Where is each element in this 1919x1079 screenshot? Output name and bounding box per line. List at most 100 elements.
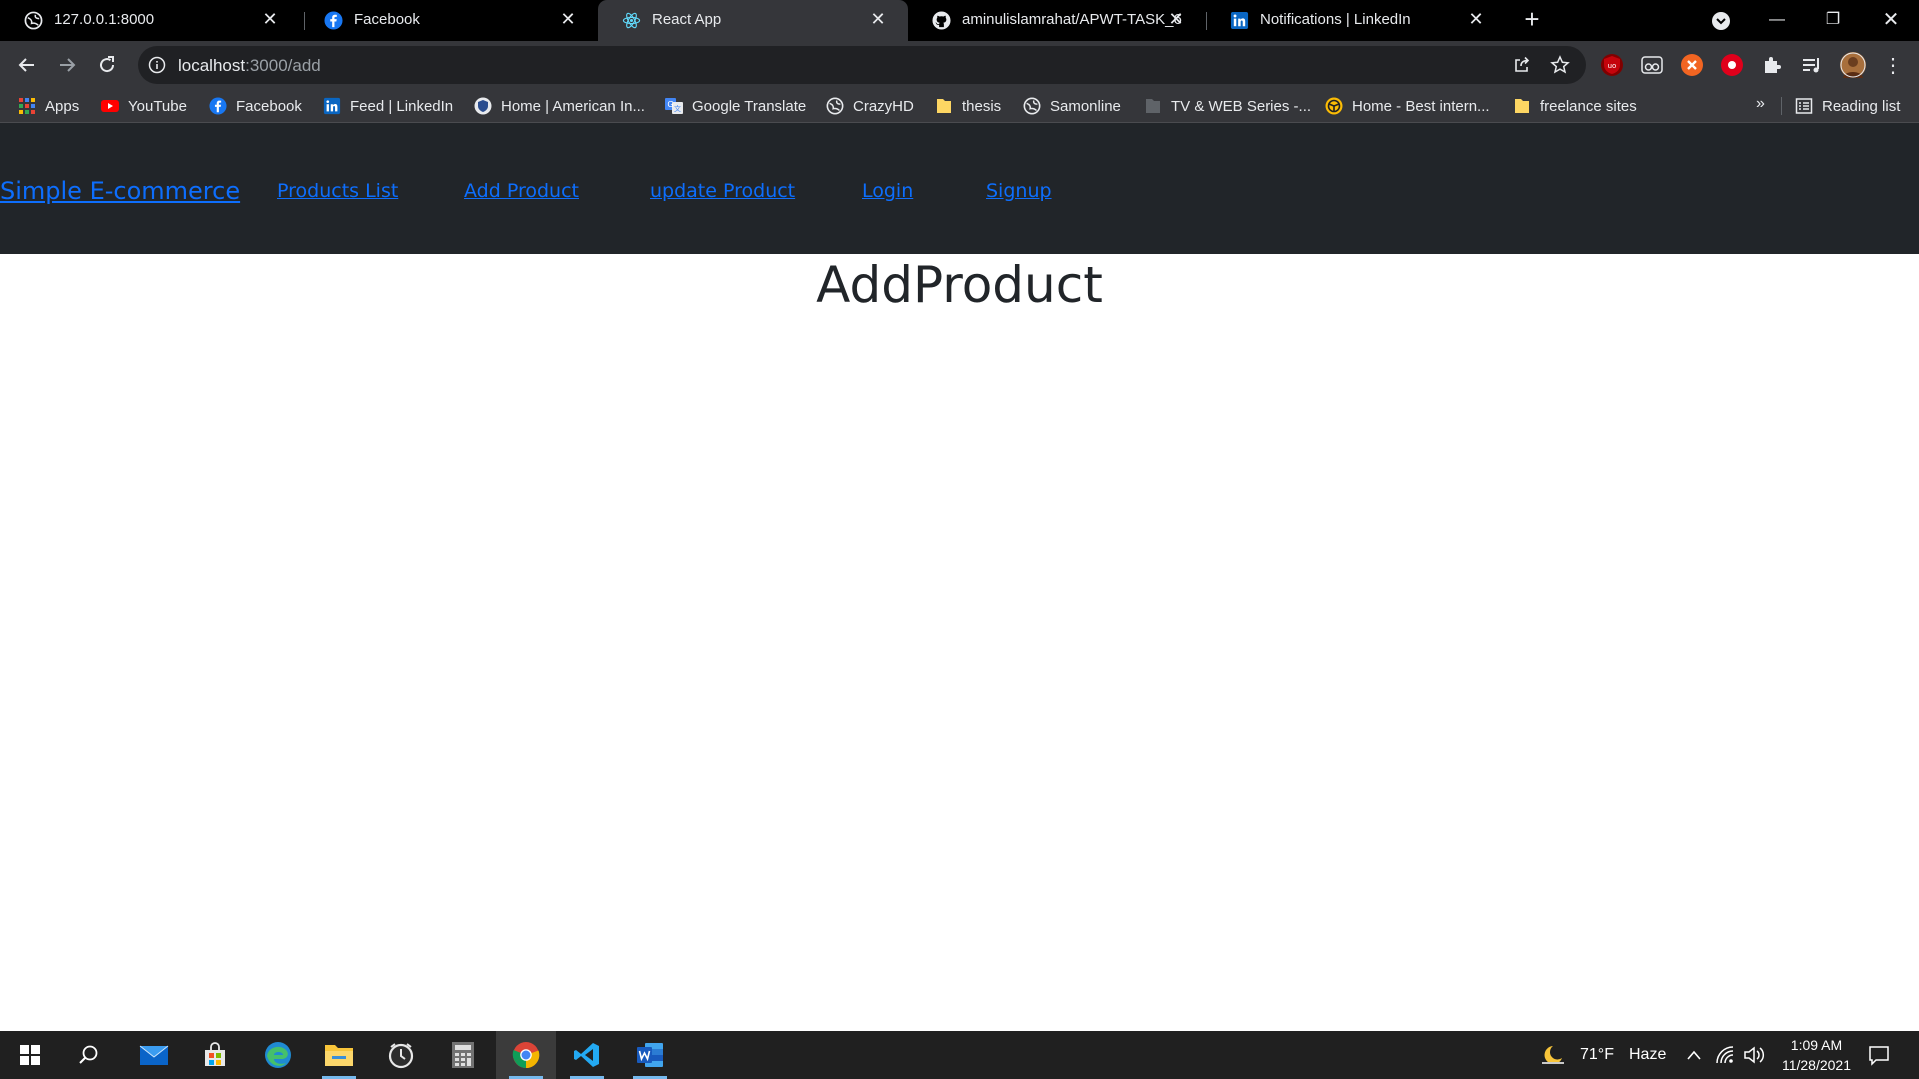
steering-icon <box>1325 97 1343 115</box>
volume-icon[interactable] <box>1743 1045 1765 1065</box>
notification-center-icon[interactable] <box>1868 1044 1890 1066</box>
browser-tab[interactable]: aminulislamrahat/APWT-TASK_6- ✕ <box>908 0 1206 41</box>
tab-title: Notifications | LinkedIn <box>1260 11 1411 28</box>
browser-tab-active[interactable]: React App ✕ <box>598 0 908 41</box>
extension-glasses-icon[interactable] <box>1641 54 1663 76</box>
reading-list-button[interactable]: Reading list <box>1795 96 1900 116</box>
extension-record-icon[interactable] <box>1721 54 1743 76</box>
bookmark-item[interactable]: Home | American In... <box>474 96 645 116</box>
bookmark-item[interactable]: Samonline <box>1023 96 1121 116</box>
more-bookmarks-button[interactable]: » <box>1756 95 1765 113</box>
nav-link-signup[interactable]: Signup <box>986 180 1052 202</box>
bookmark-item[interactable]: Feed | LinkedIn <box>323 96 453 116</box>
folder-icon <box>937 99 951 113</box>
ublock-icon[interactable]: uo <box>1601 54 1623 76</box>
reading-list-label: Reading list <box>1822 97 1901 115</box>
menu-kebab-icon[interactable]: ⋮ <box>1878 50 1908 80</box>
search-button[interactable] <box>64 1031 114 1079</box>
forward-icon[interactable] <box>52 50 82 80</box>
chrome-icon <box>512 1042 540 1069</box>
browser-tab[interactable]: Facebook ✕ <box>300 0 598 41</box>
edge-icon <box>265 1042 291 1068</box>
bookmark-item[interactable]: Facebook <box>209 96 302 116</box>
bookmark-item[interactable]: freelance sites <box>1513 96 1637 116</box>
media-control-icon[interactable] <box>1801 54 1823 76</box>
nav-link-update-product[interactable]: update Product <box>650 180 795 202</box>
tab-strip: 127.0.0.1:8000 ✕ Facebook ✕ React App ✕ … <box>0 0 1919 41</box>
nav-link-login[interactable]: Login <box>862 180 913 202</box>
react-icon <box>622 12 641 29</box>
reload-icon[interactable] <box>92 50 122 80</box>
browser-tab[interactable]: Notifications | LinkedIn ✕ <box>1206 0 1506 41</box>
bookmark-label: Home - Best intern... <box>1352 97 1490 115</box>
svg-text:G: G <box>667 100 673 109</box>
bookmark-item[interactable]: Home - Best intern... <box>1325 96 1490 116</box>
browser-tab[interactable]: 127.0.0.1:8000 ✕ <box>0 0 300 41</box>
bookmark-item[interactable]: Apps <box>18 96 79 116</box>
edge-app[interactable] <box>253 1031 303 1079</box>
tab-search-icon[interactable] <box>1711 11 1731 31</box>
close-window-icon[interactable]: ✕ <box>1876 6 1906 34</box>
wifi-icon[interactable] <box>1715 1045 1735 1065</box>
taskbar-clock[interactable]: 1:09 AM 11/28/2021 <box>1782 1035 1851 1075</box>
share-icon[interactable] <box>1512 55 1532 75</box>
start-button[interactable] <box>5 1031 55 1079</box>
back-icon[interactable] <box>12 50 42 80</box>
extension-orange-icon[interactable] <box>1681 54 1703 76</box>
chrome-app[interactable] <box>496 1031 556 1079</box>
extensions-puzzle-icon[interactable] <box>1761 54 1783 76</box>
word-app[interactable] <box>625 1031 675 1079</box>
weather-temp[interactable]: 71°F <box>1580 1046 1614 1064</box>
restore-icon[interactable]: ❐ <box>1818 6 1848 34</box>
close-icon[interactable]: ✕ <box>1166 9 1186 29</box>
reading-list-icon <box>1795 98 1813 114</box>
bookmarks-bar: Apps YouTube Facebook Feed | LinkedIn Ho… <box>0 89 1919 123</box>
bookmark-item[interactable]: TV & WEB Series -... <box>1144 96 1311 116</box>
store-app[interactable] <box>190 1031 240 1079</box>
linkedin-icon <box>323 97 341 115</box>
globe-icon <box>1023 97 1041 115</box>
mail-icon <box>139 1045 169 1065</box>
globe-icon <box>24 11 43 30</box>
bookmark-item[interactable]: CrazyHD <box>826 96 914 116</box>
brand-link[interactable]: Simple E-commerce <box>0 177 240 205</box>
bookmark-label: Apps <box>45 97 80 115</box>
chevron-up-icon[interactable] <box>1686 1048 1702 1062</box>
close-icon[interactable]: ✕ <box>868 9 888 29</box>
address-url: localhost:3000/add <box>178 56 321 76</box>
bookmark-item[interactable]: thesis <box>935 96 1001 116</box>
svg-text:文: 文 <box>674 104 681 113</box>
linkedin-icon <box>1230 11 1249 30</box>
minimize-icon[interactable]: — <box>1762 6 1792 34</box>
info-icon[interactable] <box>148 56 166 74</box>
address-bar[interactable]: localhost:3000/add <box>138 46 1586 84</box>
nav-link-products-list[interactable]: Products List <box>277 180 398 202</box>
bookmark-divider <box>1781 97 1782 115</box>
close-icon[interactable]: ✕ <box>260 9 280 29</box>
calculator-app[interactable] <box>438 1031 488 1079</box>
bookmark-item[interactable]: G文 Google Translate <box>665 96 806 116</box>
folder-icon <box>1515 99 1529 113</box>
github-icon <box>932 11 951 30</box>
facebook-icon <box>209 97 227 115</box>
bookmark-star-icon[interactable] <box>1550 55 1570 75</box>
file-explorer-app[interactable] <box>314 1031 364 1079</box>
close-icon[interactable]: ✕ <box>558 9 578 29</box>
bookmark-item[interactable]: YouTube <box>101 96 187 116</box>
apps-grid-icon <box>19 98 35 114</box>
weather-condition[interactable]: Haze <box>1629 1046 1666 1064</box>
new-tab-button[interactable]: + <box>1520 6 1544 32</box>
vscode-app[interactable] <box>562 1031 612 1079</box>
close-icon[interactable]: ✕ <box>1466 9 1486 29</box>
profile-avatar[interactable] <box>1840 52 1866 78</box>
nav-link-add-product[interactable]: Add Product <box>464 180 579 202</box>
mail-app[interactable] <box>129 1031 179 1079</box>
bookmark-label: Facebook <box>236 97 302 115</box>
tab-title: Facebook <box>354 11 420 28</box>
bookmark-label: Home | American In... <box>501 97 645 115</box>
clock-app[interactable] <box>376 1031 426 1079</box>
facebook-icon <box>324 11 343 30</box>
address-host: localhost <box>178 56 246 75</box>
store-icon <box>205 1042 225 1066</box>
app-navbar: Simple E-commerce Products List Add Prod… <box>0 123 1919 254</box>
